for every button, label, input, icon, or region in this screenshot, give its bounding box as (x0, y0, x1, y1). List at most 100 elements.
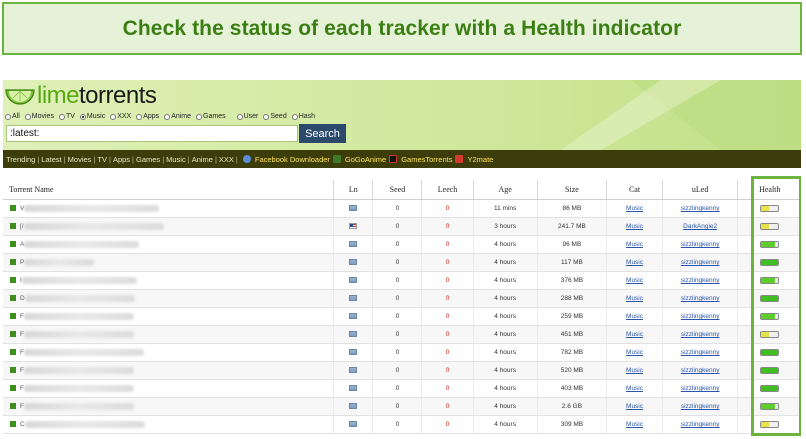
column-header-uled[interactable]: uLed (661, 180, 738, 200)
torrent-name-cell[interactable]: I (3, 271, 334, 290)
filter-hash[interactable]: Hash (291, 113, 315, 120)
radio-button[interactable] (291, 113, 298, 120)
radio-button[interactable] (5, 113, 11, 120)
uploader-link[interactable]: sizzlingkenny (681, 367, 720, 374)
torrent-name-cell[interactable]: P (3, 253, 334, 272)
uploader-link[interactable]: sizzlingkenny (681, 259, 720, 266)
filter-all[interactable]: All (5, 113, 20, 120)
uploader-link[interactable]: sizzlingkenny (681, 421, 720, 428)
table-row[interactable]: F 0 0 4 hours 451 MB Music sizzlingkenny (3, 325, 801, 344)
torrent-name-cell[interactable]: F (3, 307, 334, 326)
download-icon[interactable] (10, 367, 16, 374)
nav-item-anime[interactable]: Anime (192, 155, 213, 164)
nav-item-latest[interactable]: Latest (41, 155, 61, 164)
category-link[interactable]: Music (626, 295, 643, 302)
nav-external-y2mate[interactable]: Y2mate (467, 155, 493, 164)
download-icon[interactable] (10, 331, 16, 338)
blurred-torrent-name[interactable] (24, 294, 135, 302)
site-logo[interactable]: limetorrents (5, 83, 157, 109)
table-row[interactable]: C 0 0 4 hours 309 MB Music sizzlingkenny (3, 415, 801, 434)
blurred-torrent-name[interactable] (23, 330, 134, 338)
filter-xxx[interactable]: XXX (110, 113, 131, 120)
uploader-link[interactable]: sizzlingkenny (681, 205, 720, 212)
torrent-name-cell[interactable]: A (3, 235, 334, 254)
blurred-torrent-name[interactable] (21, 276, 137, 284)
filter-apps[interactable]: Apps (136, 113, 159, 120)
download-icon[interactable] (10, 421, 16, 428)
torrent-name-cell[interactable]: [/ (3, 217, 334, 236)
table-row[interactable]: F 0 0 4 hours 782 MB Music sizzlingkenny (3, 343, 801, 362)
blurred-torrent-name[interactable] (23, 312, 134, 320)
column-header-age[interactable]: Age (472, 180, 538, 200)
torrent-name-cell[interactable]: F (3, 361, 334, 380)
uploader-link[interactable]: sizzlingkenny (681, 403, 720, 410)
download-icon[interactable] (10, 295, 16, 302)
table-row[interactable]: I 0 0 4 hours 376 MB Music sizzlingkenny (3, 271, 801, 290)
download-icon[interactable] (10, 277, 16, 284)
category-link[interactable]: Music (626, 313, 643, 320)
category-link[interactable]: Music (626, 277, 643, 284)
uploader-link[interactable]: sizzlingkenny (681, 277, 720, 284)
nav-item-apps[interactable]: Apps (113, 155, 130, 164)
torrent-name-cell[interactable]: V (3, 199, 334, 218)
uploader-link[interactable]: sizzlingkenny (681, 349, 720, 356)
category-link[interactable]: Music (626, 205, 643, 212)
table-row[interactable]: D 0 0 4 hours 288 MB Music sizzlingkenny (3, 289, 801, 308)
column-header-cat[interactable]: Cat (606, 180, 663, 200)
filter-tv[interactable]: TV (58, 113, 75, 120)
column-header-health[interactable]: Health (737, 180, 801, 200)
uploader-link[interactable]: DarkAngie2 (683, 223, 717, 230)
torrent-name-cell[interactable]: D (3, 289, 334, 308)
radio-button[interactable] (24, 113, 31, 120)
column-header-ln[interactable]: Ln (333, 180, 373, 200)
table-row[interactable]: F 0 0 4 hours 520 MB Music sizzlingkenny (3, 361, 801, 380)
radio-button[interactable] (136, 113, 143, 120)
column-header-torrent-name[interactable]: Torrent Name (3, 180, 334, 200)
uploader-link[interactable]: sizzlingkenny (681, 295, 720, 302)
nav-item-tv[interactable]: TV (97, 155, 107, 164)
table-row[interactable]: A 0 0 4 hours 96 MB Music sizzlingkenny (3, 235, 801, 254)
download-icon[interactable] (10, 223, 16, 230)
nav-external-facebook-downloader[interactable]: Facebook Downloader (255, 155, 330, 164)
table-row[interactable]: F 0 0 4 hours 2.6 GB Music sizzlingkenny (3, 397, 801, 416)
table-row[interactable]: P 0 0 4 hours 117 MB Music sizzlingkenny (3, 253, 801, 272)
category-link[interactable]: Music (626, 259, 643, 266)
radio-button[interactable] (58, 113, 65, 120)
column-header-size[interactable]: Size (536, 180, 607, 200)
category-link[interactable]: Music (626, 223, 643, 230)
table-row[interactable]: [/ 0 0 3 hours 241.7 MB Music DarkAngie2 (3, 217, 801, 236)
blurred-torrent-name[interactable] (23, 402, 134, 410)
download-icon[interactable] (10, 205, 16, 212)
nav-external-gamestorrents[interactable]: GamesTorrents (401, 155, 452, 164)
filter-user[interactable]: User (236, 113, 258, 120)
blurred-torrent-name[interactable] (23, 348, 144, 356)
category-link[interactable]: Music (626, 367, 643, 374)
filter-seed[interactable]: Seed (263, 113, 287, 120)
radio-button[interactable] (196, 113, 203, 120)
download-icon[interactable] (10, 313, 16, 320)
table-row[interactable]: V 0 0 11 mins 86 MB Music sizzlingkenny (3, 199, 801, 218)
torrent-name-cell[interactable]: F (3, 325, 334, 344)
table-row[interactable]: F 0 0 4 hours 259 MB Music sizzlingkenny (3, 307, 801, 326)
uploader-link[interactable]: sizzlingkenny (681, 385, 720, 392)
filter-anime[interactable]: Anime (164, 113, 191, 120)
torrent-name-visible[interactable]: C (20, 421, 25, 428)
download-icon[interactable] (10, 241, 16, 248)
uploader-link[interactable]: sizzlingkenny (681, 241, 720, 248)
torrent-name-cell[interactable]: F (3, 379, 334, 398)
radio-button[interactable] (236, 113, 243, 120)
search-button[interactable]: Search (299, 124, 346, 143)
table-row[interactable]: F 0 0 4 hours 403 MB Music sizzlingkenny (3, 379, 801, 398)
filter-games[interactable]: Games (196, 113, 226, 120)
category-link[interactable]: Music (626, 241, 643, 248)
torrent-name-cell[interactable]: C (3, 415, 334, 434)
nav-item-trending[interactable]: Trending (6, 155, 35, 164)
nav-external-gogoanime[interactable]: GoGoAnime (345, 155, 386, 164)
category-link[interactable]: Music (626, 421, 643, 428)
radio-button[interactable] (164, 113, 171, 120)
column-header-leech[interactable]: Leech (421, 180, 474, 200)
nav-item-xxx[interactable]: XXX (219, 155, 234, 164)
download-icon[interactable] (10, 259, 16, 266)
filter-music[interactable]: Music (79, 113, 105, 120)
category-link[interactable]: Music (626, 403, 643, 410)
